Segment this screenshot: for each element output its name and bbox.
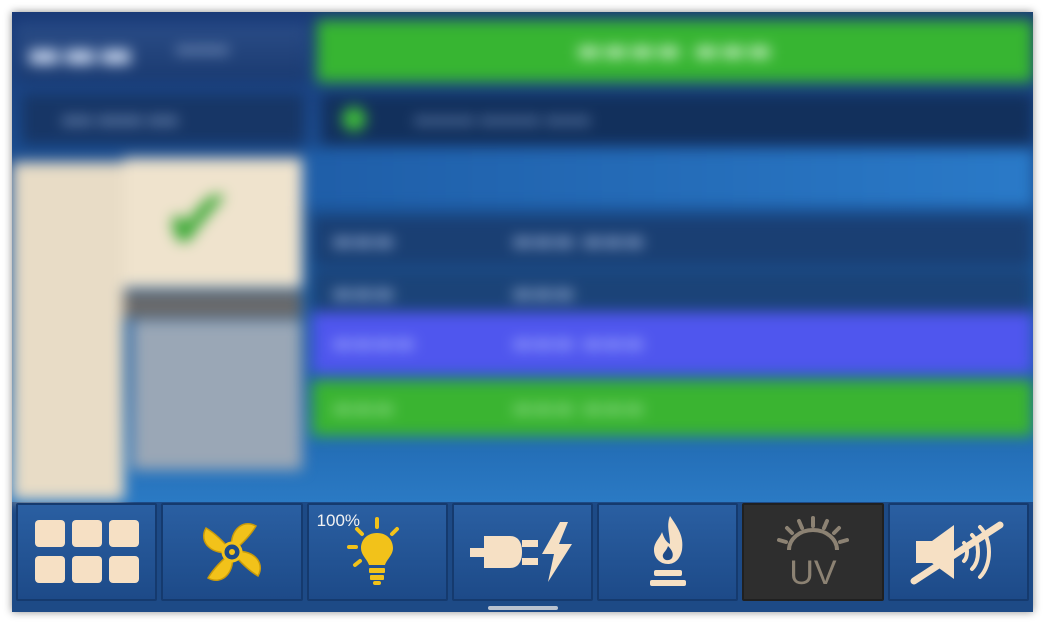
left-info-bar: ▬▬ ▬▬▬ ▬▬ bbox=[22, 94, 304, 144]
flame-icon bbox=[649, 516, 686, 586]
brand-logo: ▬▬▬ ▬▬▬▬ bbox=[16, 24, 308, 82]
fan-icon bbox=[203, 523, 261, 581]
status-row: ▬▬▬▬ ▬▬▬ ▬▬▬ bbox=[312, 312, 1033, 374]
cabinet-side bbox=[12, 162, 124, 500]
menu-button[interactable] bbox=[16, 503, 158, 601]
uv-lamp-icon: UV bbox=[777, 516, 850, 588]
mute-button[interactable] bbox=[887, 503, 1029, 601]
status-dot bbox=[342, 107, 366, 131]
checkmark-icon: ✔ bbox=[162, 170, 235, 270]
logo-mark: ▬▬▬ bbox=[26, 32, 134, 76]
device-frame: ▬▬▬ ▬▬▬▬ ▬▬▬▬ ▬▬▬ ▬▬ ▬▬▬ ▬▬ ▬▬▬▬ ▬▬▬▬ ▬▬… bbox=[12, 12, 1033, 612]
status-row: ▬▬▬ ▬▬▬ bbox=[312, 270, 1033, 316]
logo-subtext: ▬▬▬▬ bbox=[176, 42, 229, 58]
cabinet-shelf bbox=[124, 292, 302, 318]
info-bar: ▬▬▬▬ ▬▬▬▬ ▬▬▬ bbox=[322, 94, 1033, 144]
uv-label: UV bbox=[789, 554, 837, 588]
power-outlet-button[interactable] bbox=[451, 503, 594, 601]
info-bar-text: ▬▬▬▬ ▬▬▬▬ ▬▬▬ bbox=[414, 109, 591, 129]
cabinet-illustration: ✔ bbox=[12, 152, 312, 500]
light-button[interactable]: 100% bbox=[306, 503, 448, 601]
status-banner: ▬▬▬▬ ▬▬▬ bbox=[317, 20, 1033, 82]
uv-button[interactable]: UV bbox=[742, 503, 884, 601]
bottom-toolbar: 100% UV bbox=[16, 500, 1029, 606]
fan-button[interactable] bbox=[161, 503, 303, 601]
plug-icon bbox=[470, 522, 573, 582]
drawer-handle[interactable] bbox=[488, 606, 558, 610]
cabinet-work-area bbox=[132, 320, 302, 470]
gas-button[interactable] bbox=[597, 503, 739, 601]
blue-band bbox=[302, 150, 1033, 206]
speaker-muted-icon bbox=[910, 521, 1004, 585]
status-row: ▬▬▬ ▬▬▬ ▬▬▬ bbox=[312, 216, 1033, 266]
grid-icon bbox=[34, 520, 139, 583]
status-row: ▬▬▬ ▬▬▬ ▬▬▬ bbox=[312, 380, 1033, 436]
light-level-label: 100% bbox=[316, 511, 361, 530]
status-screen: ▬▬▬ ▬▬▬▬ ▬▬▬▬ ▬▬▬ ▬▬ ▬▬▬ ▬▬ ▬▬▬▬ ▬▬▬▬ ▬▬… bbox=[12, 12, 1033, 502]
